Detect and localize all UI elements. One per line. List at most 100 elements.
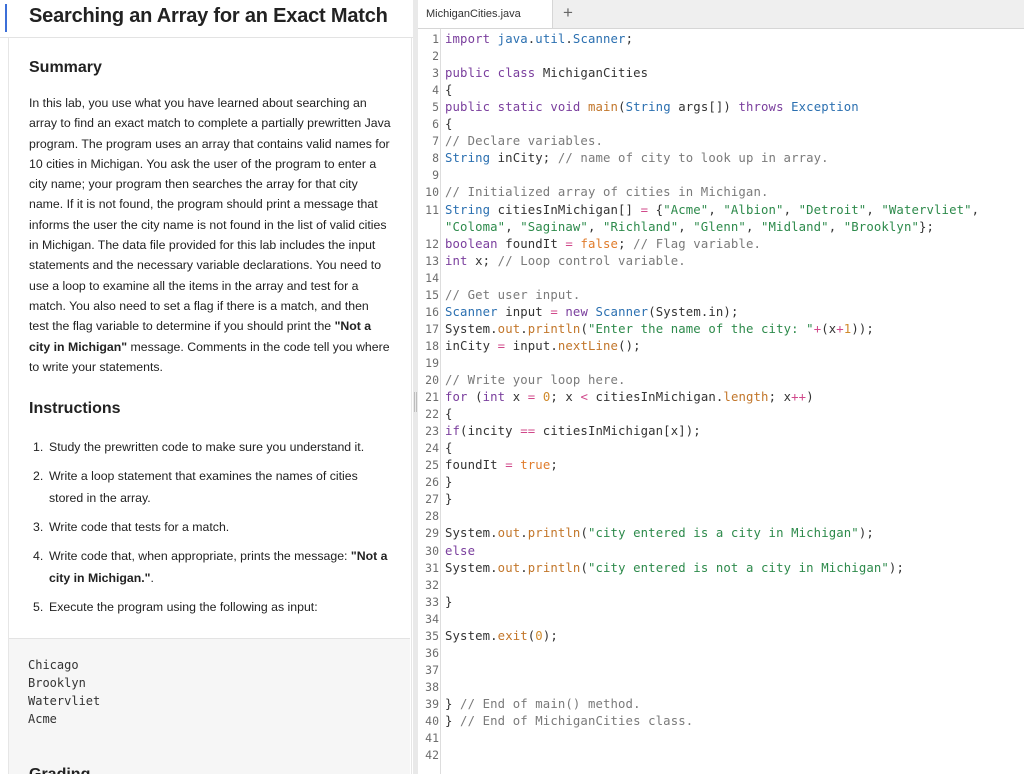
list-item: 5. Execute the program using the followin… xyxy=(29,596,391,618)
instructions-list: 1. Study the prewritten code to make sure… xyxy=(29,436,391,625)
line-number: 26 xyxy=(425,475,439,490)
step-number: 5. xyxy=(33,600,44,614)
line-number: 27 xyxy=(425,492,439,507)
code-line[interactable]: else xyxy=(445,544,475,558)
code-editor: MichiganCities.java + 1 2 3 4 5 6 7 8 9 10 11 12 13 1… xyxy=(418,0,1024,774)
code-line[interactable]: System.out.println("city entered is not … xyxy=(445,561,904,575)
instructions-panel: Searching an Array for an Exact Match Su… xyxy=(0,0,413,774)
code-line[interactable]: "Coloma", "Saginaw", "Richland", "Glenn"… xyxy=(445,220,934,234)
line-number: 17 xyxy=(425,321,439,336)
code-area[interactable]: 1 2 3 4 5 6 7 8 9 10 11 12 13 14 15 16 17 18 19 20 21 22 23 24 2… xyxy=(418,29,1024,774)
line-number: 18 xyxy=(425,338,439,353)
line-number: 30 xyxy=(425,543,439,558)
header-accent-bar xyxy=(5,4,7,32)
line-number: 21 xyxy=(425,390,439,405)
line-number: 14 xyxy=(425,270,439,285)
code-line[interactable]: String citiesInMichigan[] = {"Acme", "Al… xyxy=(445,203,979,217)
step-text: Write code that, when appropriate, print… xyxy=(49,549,351,563)
code-line[interactable]: import java.util.Scanner; xyxy=(445,32,633,46)
code-line[interactable]: System.out.println("city entered is a ci… xyxy=(445,526,874,540)
line-number: 4 xyxy=(432,83,439,98)
summary-heading: Summary xyxy=(29,59,102,76)
line-number: 28 xyxy=(425,509,439,524)
code-line[interactable]: // Declare variables. xyxy=(445,134,603,148)
list-item: 3. Write code that tests for a match. xyxy=(29,516,391,538)
editor-tab-bar: MichiganCities.java + xyxy=(418,0,1024,29)
step-text: Study the prewritten code to make sure y… xyxy=(49,440,365,454)
line-number: 13 xyxy=(425,253,439,268)
code-line[interactable]: // Initialized array of cities in Michig… xyxy=(445,185,769,199)
code-line[interactable]: String inCity; // name of city to look u… xyxy=(445,151,829,165)
list-item: 2. Write a loop statement that examines t… xyxy=(29,465,391,509)
code-line[interactable]: // Get user input. xyxy=(445,288,580,302)
code-line[interactable]: { xyxy=(445,407,453,421)
summary-text-part-1: In this lab, you use what you have learn… xyxy=(29,96,391,334)
step-number: 3. xyxy=(33,520,44,534)
instructions-heading: Instructions xyxy=(29,400,121,417)
line-number: 7 xyxy=(432,134,439,149)
line-number: 32 xyxy=(425,577,439,592)
page-title: Searching an Array for an Exact Match xyxy=(29,5,388,27)
add-tab-icon[interactable]: + xyxy=(563,2,573,24)
line-number: 12 xyxy=(425,236,439,251)
code-line[interactable]: } xyxy=(445,595,453,609)
code-line[interactable]: boolean foundIt = false; // Flag variabl… xyxy=(445,237,761,251)
sample-input-line: Watervliet xyxy=(28,694,101,708)
code-line[interactable]: { xyxy=(445,441,453,455)
line-number: 34 xyxy=(425,611,439,626)
sample-input-line: Acme xyxy=(28,712,57,726)
line-number-gutter: 1 2 3 4 5 6 7 8 9 10 11 12 13 14 15 16 17 18 19 20 21 22 23 24 2… xyxy=(418,29,441,774)
line-number: 20 xyxy=(425,373,439,387)
line-number: 37 xyxy=(425,662,439,677)
line-number: 23 xyxy=(425,424,439,439)
line-number: 15 xyxy=(425,287,439,302)
step-number: 2. xyxy=(33,469,44,483)
line-number: 42 xyxy=(425,748,439,763)
line-number: 35 xyxy=(425,628,439,643)
summary-paragraph: In this lab, you use what you have learn… xyxy=(29,93,391,377)
line-number: 1 xyxy=(432,32,439,46)
line-number: 29 xyxy=(425,526,439,541)
code-line[interactable]: foundIt = true; xyxy=(445,458,558,472)
line-number: 24 xyxy=(425,441,439,456)
line-number: 33 xyxy=(425,594,439,609)
step-text: Write code that tests for a match. xyxy=(49,520,230,534)
code-line[interactable]: System.exit(0); xyxy=(445,629,558,643)
line-number: 16 xyxy=(425,304,439,319)
line-number: 19 xyxy=(425,355,439,370)
step-text: Execute the program using the following … xyxy=(49,600,318,614)
code-line[interactable]: { xyxy=(445,117,453,131)
code-line[interactable]: public class MichiganCities xyxy=(445,66,648,80)
line-number: 38 xyxy=(425,679,439,694)
line-number: 41 xyxy=(425,731,439,746)
step-text: Write a loop statement that examines the… xyxy=(49,469,358,505)
list-item: 4. Write code that, when appropriate, pri… xyxy=(29,545,391,589)
code-line[interactable]: // Write your loop here. xyxy=(445,373,626,387)
list-item: 1. Study the prewritten code to make sure… xyxy=(29,436,391,458)
panel-header: Searching an Array for an Exact Match xyxy=(0,0,413,38)
code-line[interactable]: if(incity == citiesInMichigan[x]); xyxy=(445,424,701,438)
code-line[interactable]: { xyxy=(445,83,453,97)
step-number: 4. xyxy=(33,549,44,563)
code-line[interactable]: } // End of MichiganCities class. xyxy=(445,714,693,728)
line-number: 10 xyxy=(425,185,439,200)
code-line[interactable]: for (int x = 0; x < citiesInMichigan.len… xyxy=(445,390,814,404)
line-number: 31 xyxy=(425,560,439,575)
code-line[interactable]: int x; // Loop control variable. xyxy=(445,254,686,268)
line-number: 25 xyxy=(425,458,439,473)
tab-michigancities-java[interactable]: MichiganCities.java xyxy=(418,0,553,28)
line-number: 9 xyxy=(432,168,439,183)
code-line[interactable]: System.out.println("Enter the name of th… xyxy=(445,322,874,336)
line-number: 2 xyxy=(432,49,439,64)
code-line[interactable]: } // End of main() method. xyxy=(445,697,641,711)
code-line[interactable]: inCity = input.nextLine(); xyxy=(445,339,641,353)
code-line[interactable]: public static void main(String args[]) t… xyxy=(445,100,859,114)
code-line[interactable]: } xyxy=(445,492,453,506)
code-line[interactable]: Scanner input = new Scanner(System.in); xyxy=(445,305,738,319)
step-text-after: . xyxy=(150,571,154,585)
line-number: 22 xyxy=(425,407,439,422)
sample-input-box: Chicago Brooklyn Watervliet Acme xyxy=(9,638,410,774)
code-line[interactable]: } xyxy=(445,475,453,489)
line-number: 40 xyxy=(425,714,439,728)
line-number: 39 xyxy=(425,696,439,711)
